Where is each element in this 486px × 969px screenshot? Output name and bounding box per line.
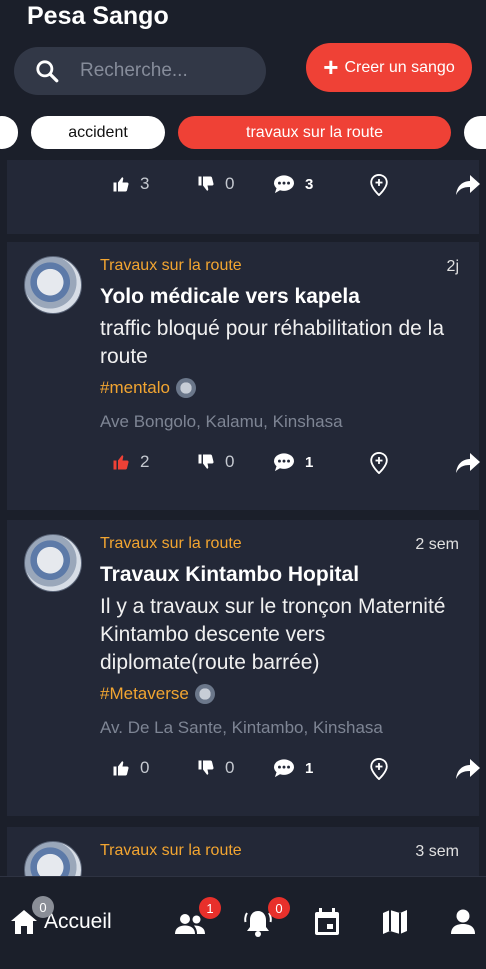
chip-right-edge[interactable] bbox=[464, 116, 486, 149]
like-button[interactable]: 2 bbox=[112, 452, 149, 472]
comment-button[interactable]: 1 bbox=[273, 758, 313, 778]
share-icon bbox=[456, 759, 480, 779]
create-sango-label: Creer un sango bbox=[344, 58, 455, 76]
friends-badge: 1 bbox=[199, 897, 221, 919]
add-location-button[interactable] bbox=[369, 758, 389, 780]
dislike-count: 0 bbox=[225, 758, 235, 777]
app-title: Pesa Sango bbox=[27, 2, 169, 30]
map-icon bbox=[383, 910, 407, 934]
group-icon bbox=[175, 914, 205, 934]
nav-notifications[interactable] bbox=[244, 908, 272, 943]
thumbs-up-icon bbox=[113, 455, 129, 470]
nav-home[interactable]: Accueil bbox=[10, 909, 112, 935]
nav-profile[interactable] bbox=[451, 909, 475, 940]
dislike-button[interactable]: 0 bbox=[197, 758, 234, 778]
post-time: 3 sem bbox=[415, 843, 459, 860]
filter-chip-label: travaux sur la route bbox=[246, 123, 383, 141]
add-location-icon bbox=[370, 758, 388, 780]
nav-calendar[interactable] bbox=[314, 908, 340, 941]
add-location-icon bbox=[370, 452, 388, 474]
plus-icon: + bbox=[323, 51, 339, 82]
post-card[interactable]: Travaux sur la route 2j Yolo médicale ve… bbox=[7, 242, 481, 510]
search-input[interactable] bbox=[78, 59, 252, 83]
thumbs-down-icon bbox=[198, 760, 214, 775]
create-sango-button[interactable]: + Creer un sango bbox=[306, 43, 472, 92]
bottom-navigation: Accueil 0 1 0 bbox=[0, 876, 486, 969]
hashtag-avatar bbox=[175, 378, 196, 398]
like-button[interactable]: 3 bbox=[112, 174, 149, 194]
post-location: Av. De La Sante, Kintambo, Kinshasa bbox=[100, 718, 383, 737]
filter-chip-accident[interactable]: accident bbox=[31, 116, 165, 149]
search-bar[interactable] bbox=[14, 47, 266, 95]
like-button[interactable]: 0 bbox=[112, 758, 149, 778]
share-button[interactable] bbox=[455, 452, 481, 474]
post-time: 2 sem bbox=[415, 536, 459, 553]
hashtag-avatar bbox=[194, 684, 215, 704]
comment-count: 1 bbox=[305, 759, 314, 777]
comment-count: 1 bbox=[305, 453, 314, 471]
add-location-button[interactable] bbox=[369, 174, 389, 196]
dislike-button[interactable]: 0 bbox=[197, 452, 234, 472]
bell-icon bbox=[244, 911, 272, 937]
post-category: Travaux sur la route bbox=[100, 842, 242, 859]
nav-home-label: Accueil bbox=[44, 910, 112, 933]
home-badge: 0 bbox=[32, 896, 54, 918]
comment-button[interactable]: 3 bbox=[273, 174, 313, 194]
avatar[interactable] bbox=[24, 534, 82, 592]
comment-icon bbox=[274, 453, 294, 472]
add-location-button[interactable] bbox=[369, 452, 389, 474]
search-icon bbox=[36, 60, 59, 83]
nav-map[interactable] bbox=[382, 909, 408, 940]
share-icon bbox=[456, 175, 480, 195]
chip-left-edge[interactable] bbox=[0, 116, 18, 149]
thumbs-down-icon bbox=[198, 454, 214, 469]
dislike-count: 0 bbox=[225, 174, 235, 193]
post-card-partial-top[interactable]: 3 0 3 bbox=[7, 160, 481, 234]
hashtag-label: #Metaverse bbox=[100, 684, 189, 703]
comment-icon bbox=[274, 759, 294, 778]
post-hashtag[interactable]: #mentalo bbox=[100, 378, 196, 398]
post-hashtag[interactable]: #Metaverse bbox=[100, 684, 215, 704]
share-button[interactable] bbox=[455, 758, 481, 780]
filter-chip-label: accident bbox=[68, 123, 128, 141]
notifications-badge: 0 bbox=[268, 897, 290, 919]
comment-count: 3 bbox=[305, 175, 314, 193]
share-icon bbox=[456, 453, 480, 473]
post-title: Travaux Kintambo Hopital bbox=[100, 563, 360, 586]
nav-friends[interactable] bbox=[174, 913, 206, 940]
dislike-count: 0 bbox=[225, 452, 235, 471]
post-category: Travaux sur la route bbox=[100, 535, 242, 552]
comment-button[interactable]: 1 bbox=[273, 452, 313, 472]
post-location: Ave Bongolo, Kalamu, Kinshasa bbox=[100, 412, 343, 431]
user-icon bbox=[451, 909, 475, 934]
like-count: 2 bbox=[140, 452, 150, 471]
thumbs-down-icon bbox=[198, 176, 214, 191]
like-count: 0 bbox=[140, 758, 150, 777]
post-title: Yolo médicale vers kapela bbox=[100, 285, 360, 308]
share-button[interactable] bbox=[455, 174, 481, 196]
avatar[interactable] bbox=[24, 256, 82, 314]
filter-chip-travaux[interactable]: travaux sur la route bbox=[178, 116, 451, 149]
calendar-icon bbox=[315, 908, 339, 935]
hashtag-label: #mentalo bbox=[100, 378, 170, 397]
like-count: 3 bbox=[140, 174, 150, 193]
comment-icon bbox=[274, 175, 294, 194]
post-body: traffic bloqué pour réhabilitation de la… bbox=[100, 317, 445, 368]
post-body: Il y a travaux sur le tronçon Maternité … bbox=[100, 595, 446, 674]
thumbs-up-icon bbox=[113, 761, 129, 776]
thumbs-up-icon bbox=[113, 177, 129, 192]
post-card[interactable]: Travaux sur la route 2 sem Travaux Kinta… bbox=[7, 520, 481, 816]
post-category: Travaux sur la route bbox=[100, 257, 242, 274]
dislike-button[interactable]: 0 bbox=[197, 174, 234, 194]
post-time: 2j bbox=[446, 258, 459, 275]
add-location-icon bbox=[370, 174, 388, 196]
